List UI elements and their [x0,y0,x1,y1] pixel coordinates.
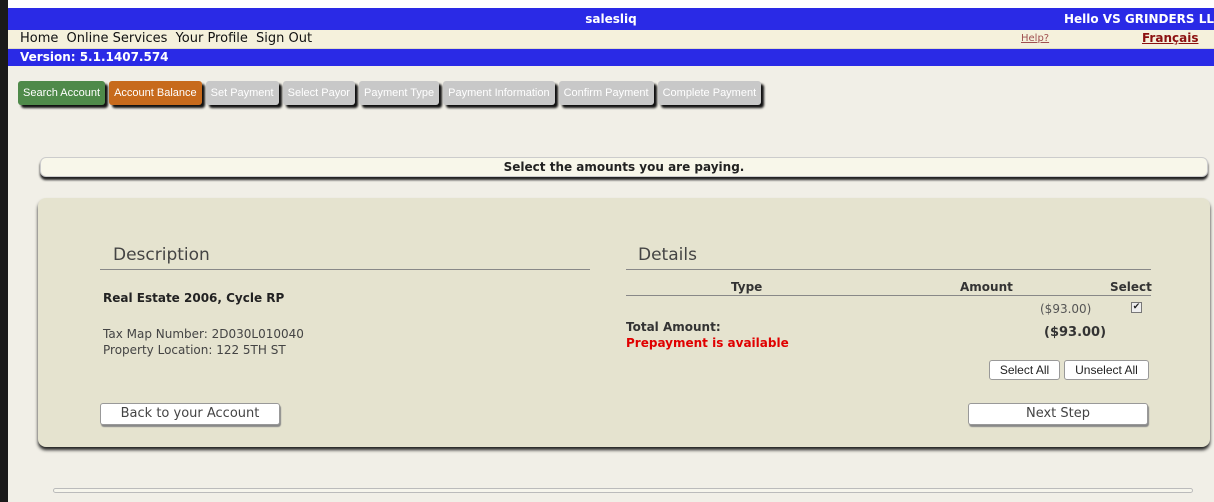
property-location: Property Location: 122 5TH ST [103,343,286,357]
step-account-balance: Account Balance [109,81,202,105]
select-all-button[interactable]: Select All [989,360,1060,380]
window-frame-left [0,0,8,502]
prepayment-notice: Prepayment is available [626,336,789,350]
step-progress-bar: Search Account Account Balance Set Payme… [18,81,765,105]
row-amount: ($93.00) [1040,302,1092,316]
description-title: Real Estate 2006, Cycle RP [103,291,285,305]
col-header-select: Select [1110,280,1152,294]
nav-home-link[interactable]: Home [20,31,58,46]
instruction-banner: Select the amounts you are paying. [40,157,1208,177]
nav-bar: Home Online Services Your Profile Sign O… [8,30,1214,49]
step-search-account[interactable]: Search Account [18,81,106,105]
version-bar: Version: 5.1.1407.574 [8,49,1214,66]
total-amount-value: ($93.00) [1044,325,1107,340]
step-payment-type: Payment Type [358,81,440,105]
version-text: Version: 5.1.1407.574 [20,50,169,64]
next-step-button[interactable]: Next Step [968,403,1148,425]
nav-online-services-link[interactable]: Online Services [67,31,168,46]
row-select-checkbox[interactable]: ✔ [1131,302,1142,313]
description-divider [100,269,590,270]
col-header-amount: Amount [960,280,1013,294]
nav-links: Home Online Services Your Profile Sign O… [20,31,316,46]
back-to-account-button[interactable]: Back to your Account [100,403,280,425]
main-content: Search Account Account Balance Set Payme… [8,66,1214,502]
nav-your-profile-link[interactable]: Your Profile [176,31,248,46]
help-link[interactable]: Help? [1021,33,1049,44]
total-amount-label: Total Amount: [626,320,721,334]
details-divider [626,269,1151,270]
tax-map-number: Tax Map Number: 2D030L010040 [103,327,304,341]
step-payment-information: Payment Information [443,81,555,105]
description-heading: Description [113,245,210,265]
step-set-payment: Set Payment [205,81,279,105]
language-link[interactable]: Français [1142,31,1198,45]
user-greeting: Hello VS GRINDERS LL [1063,12,1214,26]
balance-card: Description Details Real Estate 2006, Cy… [38,198,1210,447]
nav-sign-out-link[interactable]: Sign Out [256,31,312,46]
top-title-bar: salesliq Hello VS GRINDERS LL [8,8,1214,30]
col-header-type: Type [731,280,763,294]
details-table-divider [626,295,1151,296]
step-complete-payment: Complete Payment [657,81,762,105]
app-title: salesliq [585,12,637,26]
unselect-all-button[interactable]: Unselect All [1064,360,1149,380]
footer-divider [53,488,1193,493]
step-confirm-payment: Confirm Payment [558,81,654,105]
details-heading: Details [638,245,697,265]
step-select-payor: Select Payor [282,81,355,105]
